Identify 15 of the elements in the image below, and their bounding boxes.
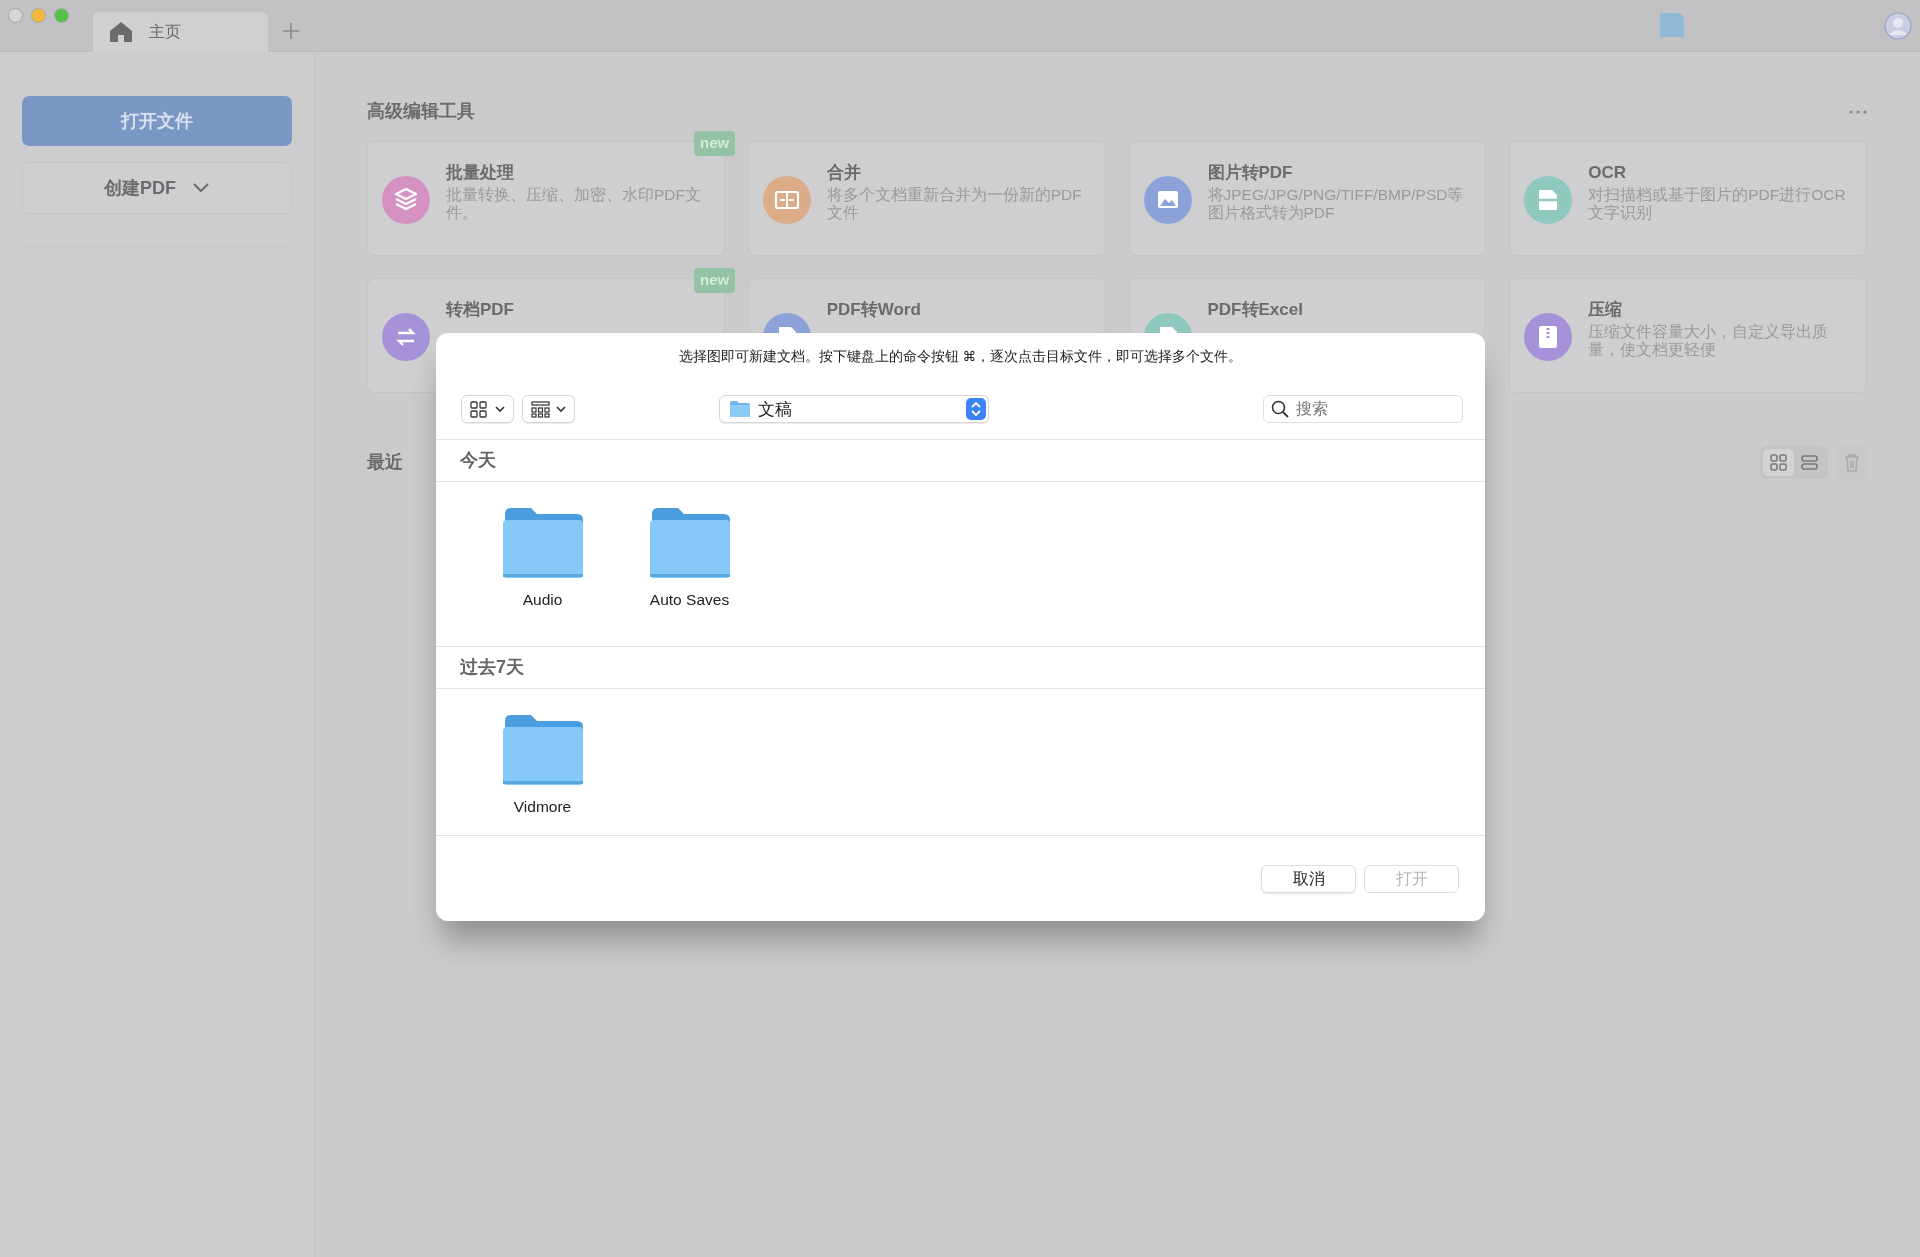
section-header: 过去7天 xyxy=(460,656,524,680)
card-title: 压缩 xyxy=(1588,299,1624,321)
new-badge: new xyxy=(694,131,736,156)
section-header: 今天 xyxy=(460,449,496,473)
card-title: 合并 xyxy=(826,162,862,184)
section-title: 最近 xyxy=(367,451,403,474)
card-title: PDF转Word xyxy=(826,299,921,321)
card-title: 图片转PDF xyxy=(1207,162,1294,184)
card-title: 转档PDF xyxy=(446,299,514,321)
section-title: 高级编辑工具 xyxy=(367,100,475,123)
new-badge: new xyxy=(694,268,736,293)
card-title: PDF转Excel xyxy=(1207,299,1303,321)
card-title: 批量处理 xyxy=(446,162,515,184)
card-title: OCR xyxy=(1588,162,1628,184)
dialog-hint: 选择图即可新建文档。按下键盘上的命令按钮 ⌘，逐次点击目标文件，即可选择多个文件。 xyxy=(677,348,1244,366)
